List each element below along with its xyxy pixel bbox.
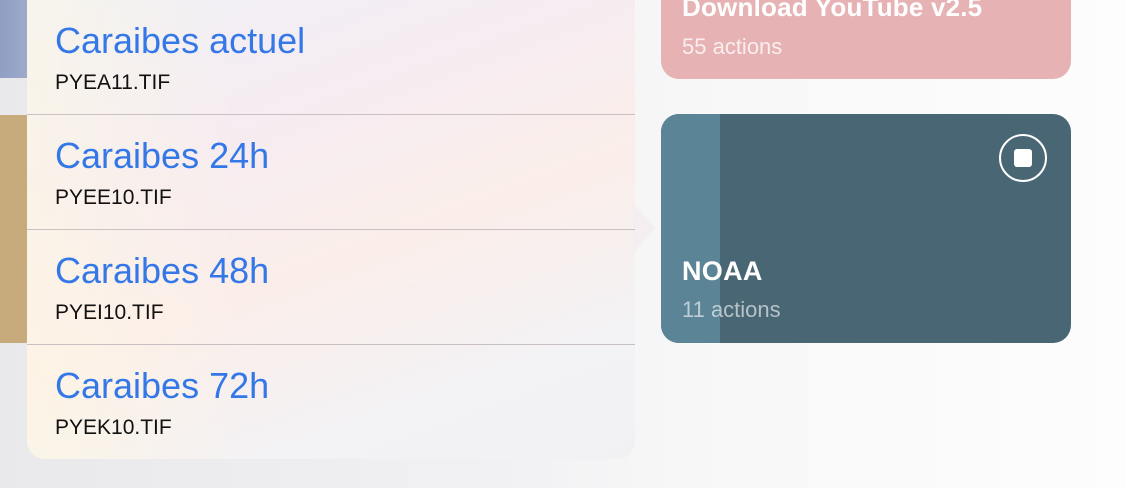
popover-arrow	[633, 203, 655, 253]
menu-item-title: Caraibes 72h	[55, 365, 270, 406]
menu-item-title: Caraibes 24h	[55, 135, 270, 176]
menu-item-caraibes-24h[interactable]: Caraibes 24h PYEE10.TIF	[27, 115, 635, 230]
shortcut-title: Download YouTube v2.5	[682, 0, 983, 22]
menu-item-title: Caraibes actuel	[55, 20, 306, 61]
choose-from-menu-popover: Caraibes actuel PYEA11.TIF Caraibes 24h …	[27, 0, 655, 460]
menu-item-filename: PYEE10.TIF	[55, 186, 172, 209]
shortcut-card-noaa[interactable]: NOAA 11 actions	[661, 114, 1071, 343]
shortcut-action-count: 11 actions	[682, 297, 781, 322]
menu-item-caraibes-actuel[interactable]: Caraibes actuel PYEA11.TIF	[27, 0, 635, 115]
shortcut-card-download-youtube[interactable]: Download YouTube v2.5 55 actions	[661, 0, 1071, 79]
stop-button[interactable]	[999, 134, 1047, 182]
stop-icon	[1014, 149, 1032, 167]
menu-item-filename: PYEK10.TIF	[55, 416, 172, 439]
menu-item-filename: PYEA11.TIF	[55, 71, 171, 94]
menu-item-caraibes-72h[interactable]: Caraibes 72h PYEK10.TIF	[27, 345, 635, 460]
menu-item-filename: PYEI10.TIF	[55, 301, 164, 324]
shortcut-action-count: 55 actions	[682, 34, 783, 59]
menu-item-caraibes-48h[interactable]: Caraibes 48h PYEI10.TIF	[27, 230, 635, 345]
menu-item-title: Caraibes 48h	[55, 250, 270, 291]
shortcut-title: NOAA	[682, 256, 763, 286]
